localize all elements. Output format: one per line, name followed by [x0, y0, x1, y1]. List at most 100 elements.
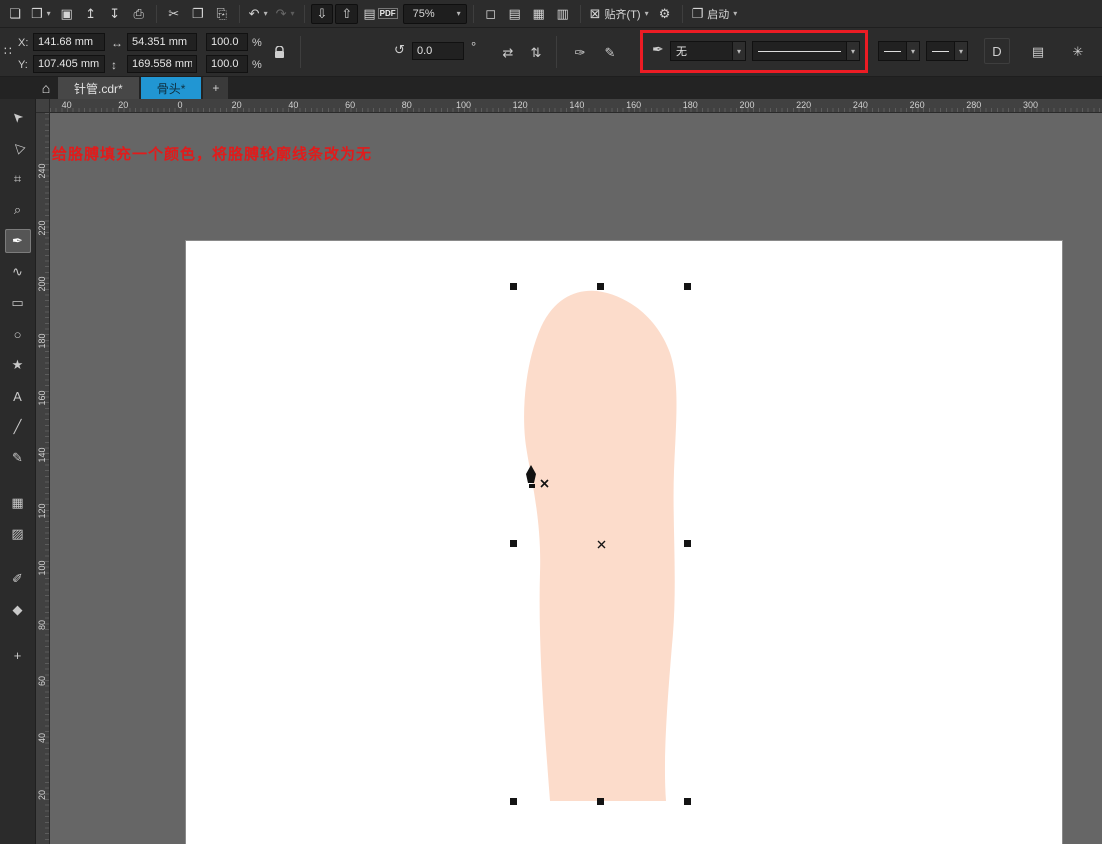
fullscreen-preview-button[interactable]: ◻: [480, 2, 502, 26]
home-button[interactable]: ⌂: [34, 77, 58, 99]
cut-button[interactable]: ✂: [163, 2, 185, 26]
more-tools-button[interactable]: +: [5, 643, 31, 667]
options-button[interactable]: ⚙: [654, 2, 676, 26]
selection-handle: [684, 540, 691, 547]
drawing-tool[interactable]: ✎: [5, 446, 31, 470]
ruler-label: 260: [909, 100, 925, 110]
selection-handle: [510, 798, 517, 805]
degree-label: °: [471, 39, 477, 54]
ruler-label: 200: [739, 100, 755, 110]
rectangle-tool[interactable]: ▭: [5, 291, 31, 315]
height-input[interactable]: [127, 55, 197, 73]
line-style-select[interactable]: ▾: [752, 41, 860, 61]
rotation-input[interactable]: [412, 42, 464, 60]
dropdown-caret-icon: ▾: [846, 42, 859, 60]
pen-tool[interactable]: ✒: [4, 229, 31, 253]
download-icon: ↧: [109, 6, 121, 21]
line-tool[interactable]: ╱: [5, 415, 31, 439]
mirror-vertical-button[interactable]: ⇅: [524, 40, 548, 64]
curve-tool-icon: ∿: [12, 264, 23, 279]
print-button[interactable]: ⎙: [128, 2, 150, 26]
ruler-label: 180: [37, 333, 47, 349]
table-tool[interactable]: ▦: [5, 491, 31, 515]
standard-toolbar: ❏ ❒ ▾ ▣ ↥ ↧ ⎙ ✂ ❐ ⎘ ↶ ▾ ↷ ▾ ⇩ ⇧ ▤ PDF 75% ▾ ◻ ▤ ▦ ▥ ⊠ 贴齐(T) ▾ ⚙ ❐ 启动 ▾: [0, 0, 1102, 28]
publish-pdf-button[interactable]: ▤ PDF: [360, 2, 400, 26]
import-button[interactable]: ⇩: [310, 3, 334, 24]
x-position-input[interactable]: [33, 33, 105, 51]
vertical-ruler[interactable]: 240 220 200 180 160 140 120 100 80 60 40 20: [36, 113, 50, 844]
document-tab-2[interactable]: 骨头*: [140, 77, 202, 99]
ruler-label: 160: [626, 100, 642, 110]
print-icon: ⎙: [133, 6, 144, 21]
undo-button[interactable]: ↶ ▾: [246, 2, 271, 26]
dropdown-caret-icon: ▾: [644, 9, 649, 18]
ruler-label: 100: [37, 560, 47, 576]
toolbox: ➤ ▷ ⌗ ⌕ ✒ ∿ ▭ ○ ★ A ╱ ✎ ▦ ▨ ✐ ◆ +: [0, 99, 36, 844]
show-guidelines-button[interactable]: ▥: [552, 2, 574, 26]
document-tab-1[interactable]: 针管.cdr*: [58, 77, 139, 99]
effects-button[interactable]: ✳: [1064, 38, 1092, 64]
start-arrowhead-select[interactable]: ▾: [878, 41, 920, 61]
scale-y-input[interactable]: [206, 55, 248, 73]
ruler-label: 20: [37, 789, 47, 800]
polygon-tool[interactable]: ★: [5, 353, 31, 377]
rectangle-tool-icon: ▭: [11, 295, 24, 310]
redo-button[interactable]: ↷ ▾: [273, 2, 298, 26]
ruler-label: 240: [37, 163, 47, 179]
auto-add-delete-button[interactable]: ✎: [598, 40, 622, 64]
horizontal-ruler[interactable]: 40 20 0 20 40 60 80 100 120 140 160 180 200 220 240 260…: [50, 99, 1102, 113]
show-rulers-button[interactable]: ▤: [504, 2, 526, 26]
open-button[interactable]: ❒ ▾: [28, 2, 54, 26]
publish-pdf-icon: ▤: [363, 6, 376, 21]
new-document-icon: ❏: [9, 6, 21, 21]
upload-button[interactable]: ↥: [80, 2, 102, 26]
ruler-label: 180: [682, 100, 698, 110]
close-curve-button[interactable]: D: [984, 38, 1010, 64]
line-style-preview: [758, 50, 841, 52]
transparency-tool[interactable]: ▨: [5, 522, 31, 546]
import-icon: ⇩: [316, 6, 328, 21]
drawing-overlay: [510, 283, 691, 805]
new-tab-button[interactable]: +: [203, 77, 229, 99]
new-document-button[interactable]: ❏: [4, 2, 26, 26]
launcher-dropdown[interactable]: ❐ 启动 ▾: [689, 2, 741, 26]
object-width-icon: ↔: [111, 36, 123, 50]
upload-icon: ↥: [85, 6, 97, 21]
text-wrap-button[interactable]: ▤: [1024, 38, 1052, 64]
copy-button[interactable]: ❐: [187, 2, 209, 26]
toolbar-separator: [579, 4, 581, 23]
fill-tool[interactable]: ◆: [5, 598, 31, 622]
ruler-origin-corner[interactable]: [36, 99, 50, 113]
download-button[interactable]: ↧: [104, 2, 126, 26]
preview-mode-button[interactable]: ✑: [568, 40, 592, 64]
paste-button[interactable]: ⎘: [211, 2, 233, 26]
ruler-label: 140: [37, 446, 47, 463]
zoom-tool[interactable]: ⌕: [5, 198, 31, 222]
eyedropper-tool[interactable]: ✐: [5, 567, 31, 591]
y-position-input[interactable]: [33, 55, 105, 73]
scale-x-input[interactable]: [206, 33, 248, 51]
export-button[interactable]: ⇧: [335, 3, 359, 24]
outline-width-select[interactable]: 无 ▾: [670, 41, 746, 61]
curve-tool[interactable]: ∿: [5, 260, 31, 284]
document-tabs: 针管.cdr* 骨头* +: [58, 77, 230, 99]
show-grid-button[interactable]: ▦: [528, 2, 550, 26]
end-arrowhead-select[interactable]: ▾: [926, 41, 968, 61]
pick-tool[interactable]: ➤: [5, 105, 31, 129]
zoom-level-select[interactable]: 75% ▾: [402, 3, 467, 24]
snap-to-dropdown[interactable]: ⊠ 贴齐(T) ▾: [587, 2, 652, 26]
canvas-area[interactable]: 给胳膊填充一个颜色，将胳膊轮廓线条改为无: [50, 113, 1102, 844]
ellipse-tool[interactable]: ○: [5, 322, 31, 346]
width-input[interactable]: [127, 33, 197, 51]
save-button[interactable]: ▣: [56, 2, 78, 26]
text-tool[interactable]: A: [5, 384, 31, 408]
ruler-label: 60: [37, 676, 47, 687]
mirror-horizontal-button[interactable]: ⇄: [496, 40, 520, 64]
show-guidelines-icon: ▥: [556, 6, 569, 21]
toolbar-separator: [155, 4, 157, 23]
dropdown-caret-icon: ▾: [46, 9, 51, 18]
selection-handle: [510, 283, 517, 290]
lock-ratio-button[interactable]: [270, 41, 288, 63]
shape-tool[interactable]: ▷: [5, 136, 31, 160]
crop-tool[interactable]: ⌗: [5, 167, 31, 191]
